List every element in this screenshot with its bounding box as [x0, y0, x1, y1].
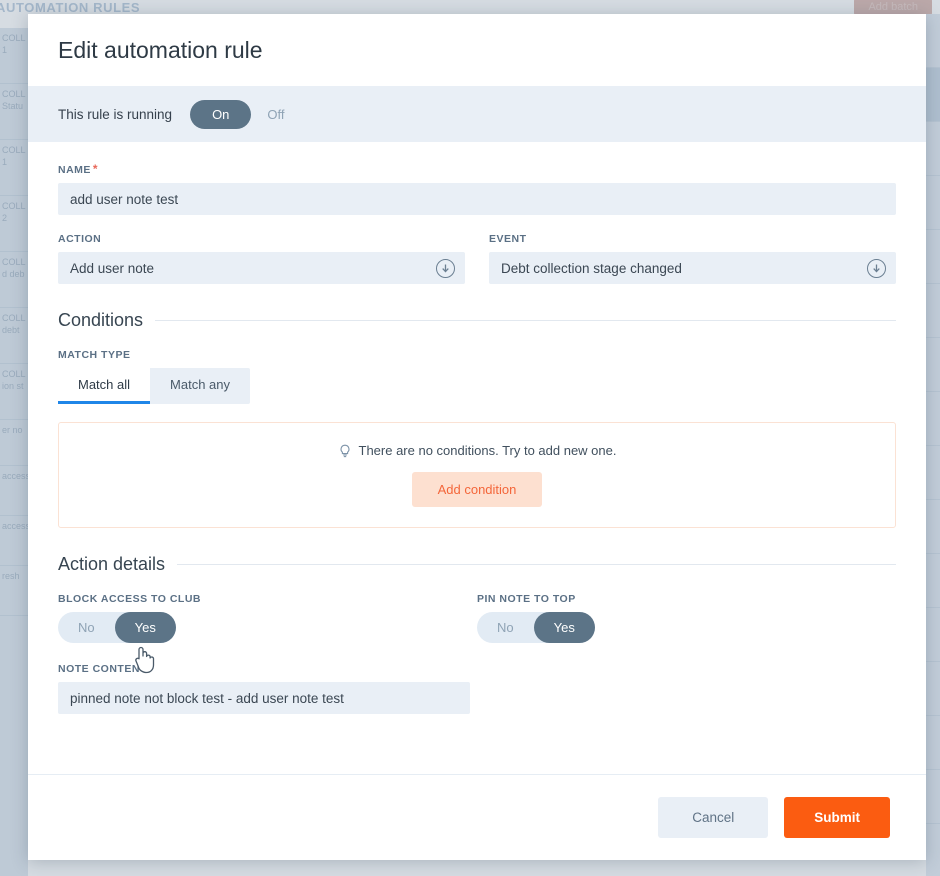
event-select-value: Debt collection stage changed [501, 260, 682, 276]
section-divider [155, 320, 896, 321]
name-input[interactable]: add user note test [58, 183, 896, 215]
block-access-toggle[interactable]: No Yes [58, 612, 176, 643]
block-access-group: BLOCK ACCESS TO CLUB No Yes [58, 593, 477, 643]
action-label: ACTION [58, 233, 465, 245]
section-divider [177, 564, 896, 565]
note-content-group: NOTE CONTENT * pinned note not block tes… [58, 661, 470, 714]
action-details-section-header: Action details [58, 554, 896, 575]
tab-match-all[interactable]: Match all [58, 368, 151, 404]
action-label-text: ACTION [58, 233, 102, 245]
status-off-option[interactable]: Off [263, 100, 288, 129]
dialog-body: NAME * add user note test ACTION Add use… [28, 142, 926, 774]
conditions-empty-message: There are no conditions. Try to add new … [358, 443, 617, 458]
name-input-value: add user note test [70, 191, 179, 207]
dialog-footer: Cancel Submit [28, 774, 926, 860]
required-asterisk: * [148, 661, 155, 675]
add-condition-button[interactable]: Add condition [411, 472, 543, 507]
rule-status-toggle[interactable]: On Off [190, 99, 288, 129]
note-content-label-text: NOTE CONTENT [58, 663, 147, 675]
block-access-label-text: BLOCK ACCESS TO CLUB [58, 593, 202, 605]
action-details-heading: Action details [58, 554, 166, 574]
cancel-button[interactable]: Cancel [658, 797, 769, 838]
conditions-empty-message-row: There are no conditions. Try to add new … [338, 443, 617, 458]
page-title: Edit automation rule [58, 36, 263, 63]
conditions-empty-state: There are no conditions. Try to add new … [58, 422, 896, 528]
match-type-label: MATCH TYPE [58, 349, 896, 361]
conditions-section-header: Conditions [58, 310, 896, 331]
pin-note-label-text: PIN NOTE TO TOP [477, 593, 576, 605]
conditions-heading: Conditions [58, 310, 144, 330]
block-access-option-yes[interactable]: Yes [114, 612, 176, 643]
pin-note-group: PIN NOTE TO TOP No Yes [477, 593, 896, 643]
circled-down-arrow-icon[interactable] [867, 258, 886, 278]
note-content-label: NOTE CONTENT * [58, 661, 470, 675]
action-field-group: ACTION Add user note [58, 233, 465, 284]
block-access-option-no[interactable]: No [58, 612, 115, 643]
event-select[interactable]: Debt collection stage changed [489, 252, 896, 284]
action-select[interactable]: Add user note [58, 252, 465, 284]
block-access-label: BLOCK ACCESS TO CLUB [58, 593, 477, 605]
pin-note-option-yes[interactable]: Yes [533, 612, 595, 643]
name-label-text: NAME [58, 164, 91, 176]
submit-button[interactable]: Submit [784, 797, 890, 838]
action-event-row: ACTION Add user note EVENT Debt collecti… [58, 233, 896, 284]
match-type-label-text: MATCH TYPE [58, 349, 131, 361]
status-on-option[interactable]: On [190, 99, 252, 129]
rule-status-label: This rule is running [58, 106, 173, 122]
edit-automation-rule-dialog: Edit automation rule This rule is runnin… [28, 14, 926, 860]
name-label: NAME * [58, 162, 896, 176]
note-content-value: pinned note not block test - add user no… [70, 690, 344, 706]
action-select-value: Add user note [70, 260, 155, 276]
name-field-group: NAME * add user note test [58, 162, 896, 215]
pin-note-label: PIN NOTE TO TOP [477, 593, 896, 605]
rule-status-bar: This rule is running On Off [28, 86, 926, 142]
note-content-input[interactable]: pinned note not block test - add user no… [58, 682, 470, 714]
pin-note-option-no[interactable]: No [477, 612, 534, 643]
match-type-tabs[interactable]: Match all Match any [58, 368, 251, 404]
event-label-text: EVENT [489, 233, 527, 245]
event-field-group: EVENT Debt collection stage changed [489, 233, 896, 284]
required-asterisk: * [92, 162, 99, 176]
action-details-toggles-row: BLOCK ACCESS TO CLUB No Yes PIN NOTE TO … [58, 593, 896, 643]
pin-note-toggle[interactable]: No Yes [477, 612, 595, 643]
dialog-title-bar: Edit automation rule [28, 14, 926, 86]
lightbulb-icon [338, 444, 352, 458]
circled-down-arrow-icon[interactable] [436, 258, 455, 278]
tab-match-any[interactable]: Match any [150, 368, 250, 404]
event-label: EVENT [489, 233, 896, 245]
